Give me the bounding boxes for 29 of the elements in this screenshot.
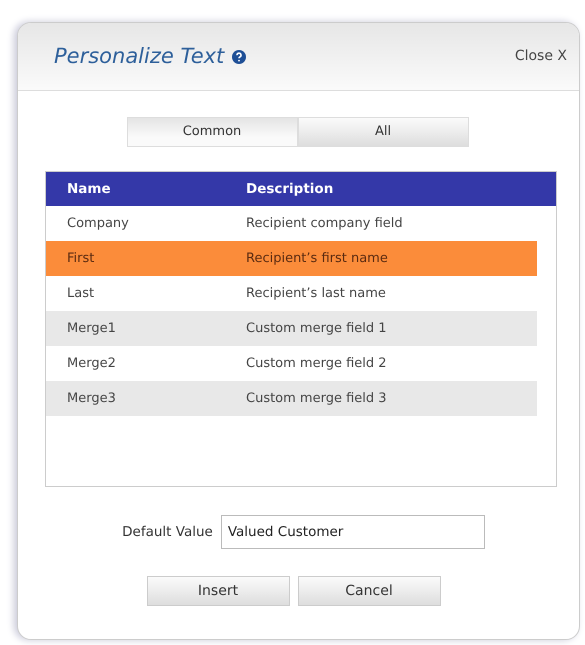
help-icon[interactable] bbox=[232, 50, 246, 64]
table-row[interactable]: Merge1 Custom merge field 1 bbox=[46, 311, 537, 346]
table-row[interactable]: First Recipient’s first name bbox=[46, 241, 537, 276]
default-value-label: Default Value bbox=[122, 522, 213, 542]
column-header: Name bbox=[66, 180, 112, 199]
table-cell-text: Custom merge field 1 bbox=[246, 320, 387, 338]
table-cell-text: Merge2 bbox=[66, 354, 117, 373]
table-row[interactable]: Company Recipient company field bbox=[46, 206, 537, 241]
tab[interactable]: Common bbox=[126, 117, 298, 147]
table-cell-text: Recipient company field bbox=[246, 214, 403, 233]
table-cell-text: Custom merge field 3 bbox=[246, 390, 387, 408]
table-cell-text: Custom merge field 2 bbox=[246, 354, 387, 373]
default-value-field[interactable]: Valued Customer bbox=[220, 515, 485, 549]
table-row[interactable]: Last Recipient’s last name bbox=[46, 276, 537, 311]
close-button[interactable]: Close X bbox=[514, 46, 567, 67]
table-cell-text: First bbox=[66, 250, 96, 268]
table-cell-text: Merge1 bbox=[66, 320, 117, 338]
column-header: Description bbox=[246, 180, 334, 199]
action-button[interactable]: Cancel bbox=[298, 576, 440, 606]
table-row[interactable]: Merge3 Custom merge field 3 bbox=[46, 381, 537, 416]
action-button[interactable]: Insert bbox=[146, 576, 290, 606]
table-cell-text: Recipient’s first name bbox=[246, 250, 388, 268]
table-cell-text: Recipient’s last name bbox=[246, 284, 386, 303]
table-cell-text: Last bbox=[66, 284, 96, 303]
tab[interactable]: All bbox=[298, 117, 468, 147]
table-row[interactable]: Merge2 Custom merge field 2 bbox=[46, 346, 537, 381]
table-cell-text: Company bbox=[66, 214, 130, 233]
dialog-title: Personalize Text bbox=[54, 42, 224, 70]
table-cell-text: Merge3 bbox=[66, 390, 117, 408]
